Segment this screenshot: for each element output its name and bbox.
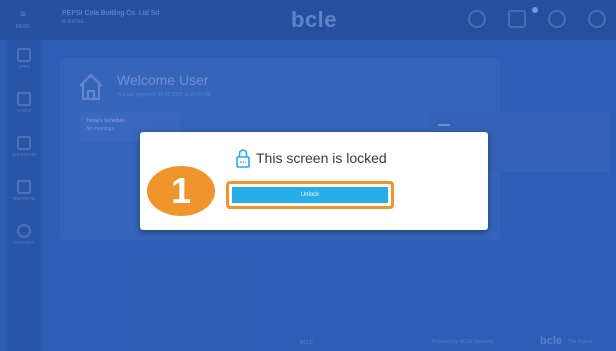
unlock-highlight-box xyxy=(226,181,394,209)
lock-icon xyxy=(236,148,250,168)
lock-dialog-title: This screen is locked xyxy=(236,146,387,170)
step-number-badge: 1 xyxy=(144,163,218,219)
lock-message: This screen is locked xyxy=(256,150,387,166)
